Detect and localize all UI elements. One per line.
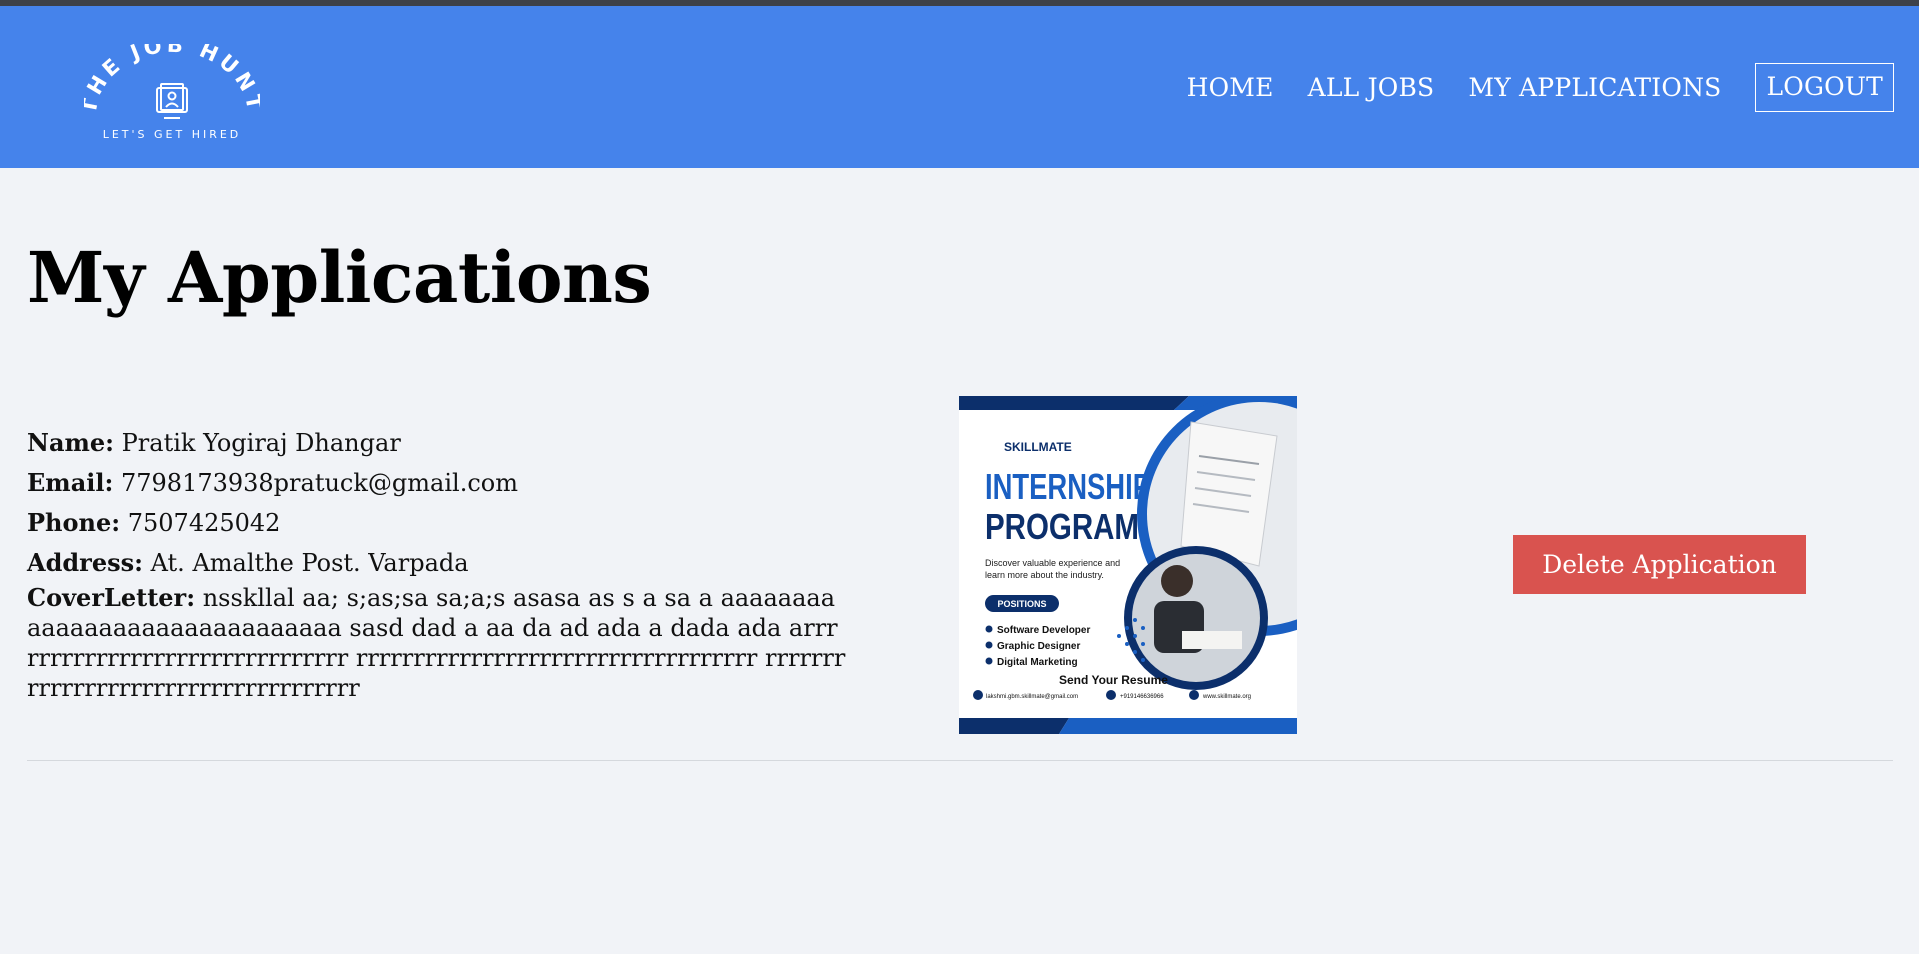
job-poster-image: SKILLMATE INTERNSHIP PROGRAM Discover va…: [959, 396, 1297, 734]
page-title: My Applications: [27, 236, 652, 319]
applicant-address: At. Amalthe Post. Varpada: [150, 549, 469, 577]
applicant-name: Pratik Yogiraj Dhangar: [121, 429, 401, 457]
address-label: Address:: [27, 548, 143, 577]
poster-web-icon: [1189, 690, 1199, 700]
poster-positions-label: POSITIONS: [997, 599, 1046, 609]
poster-position-3: Digital Marketing: [997, 657, 1078, 668]
nav-all-jobs[interactable]: ALL JOBS: [1308, 73, 1435, 102]
poster-website: www.skillmate.org: [1202, 694, 1251, 700]
poster-phone-icon: [1106, 690, 1116, 700]
name-row: Name: Pratik Yogiraj Dhangar: [27, 423, 847, 463]
poster-cta: Send Your Resume: [1059, 673, 1168, 687]
cover-letter-row: CoverLetter: nsskllal aa; s;as;sa sa;a;s…: [27, 583, 847, 703]
applicant-phone: 7507425042: [127, 509, 281, 537]
logo-text: THE JOB HUNT: [84, 44, 260, 115]
nav-home[interactable]: HOME: [1187, 73, 1274, 102]
cover-letter-label: CoverLetter:: [27, 583, 196, 612]
delete-application-button[interactable]: Delete Application: [1513, 535, 1806, 594]
poster-description-1: Discover valuable experience and: [985, 558, 1120, 568]
poster-title-line1: INTERNSHIP: [985, 466, 1151, 507]
application-details: Name: Pratik Yogiraj Dhangar Email: 7798…: [27, 423, 847, 703]
monitor-icon: [156, 83, 188, 119]
phone-row: Phone: 7507425042: [27, 503, 847, 543]
phone-label: Phone:: [27, 508, 121, 537]
poster-description-2: learn more about the industry.: [985, 570, 1104, 580]
poster-brand: SKILLMATE: [1004, 440, 1072, 454]
application-divider: [27, 760, 1893, 761]
logo-tagline: LET'S GET HIRED: [102, 128, 242, 141]
applicant-email: 7798173938pratuck@gmail.com: [120, 469, 518, 497]
main-nav: HOME ALL JOBS MY APPLICATIONS LOGOUT: [1153, 6, 1894, 168]
poster-email: lakshmi.gbm.skillmate@gmail.com: [986, 694, 1078, 700]
poster-position-1: Software Developer: [997, 625, 1090, 636]
address-row: Address: At. Amalthe Post. Varpada: [27, 543, 847, 583]
internship-poster: SKILLMATE INTERNSHIP PROGRAM Discover va…: [959, 396, 1297, 734]
poster-email-icon: [973, 690, 983, 700]
poster-position-2: Graphic Designer: [997, 641, 1080, 652]
email-row: Email: 7798173938pratuck@gmail.com: [27, 463, 847, 503]
poster-title-line2: PROGRAM: [985, 506, 1139, 547]
poster-phone: +919146636966: [1120, 694, 1164, 700]
nav-my-applications[interactable]: MY APPLICATIONS: [1468, 73, 1721, 102]
email-label: Email:: [27, 468, 114, 497]
logo-graphic: THE JOB HUNT: [77, 33, 263, 119]
logout-button[interactable]: LOGOUT: [1755, 62, 1894, 112]
name-label: Name:: [27, 428, 115, 457]
